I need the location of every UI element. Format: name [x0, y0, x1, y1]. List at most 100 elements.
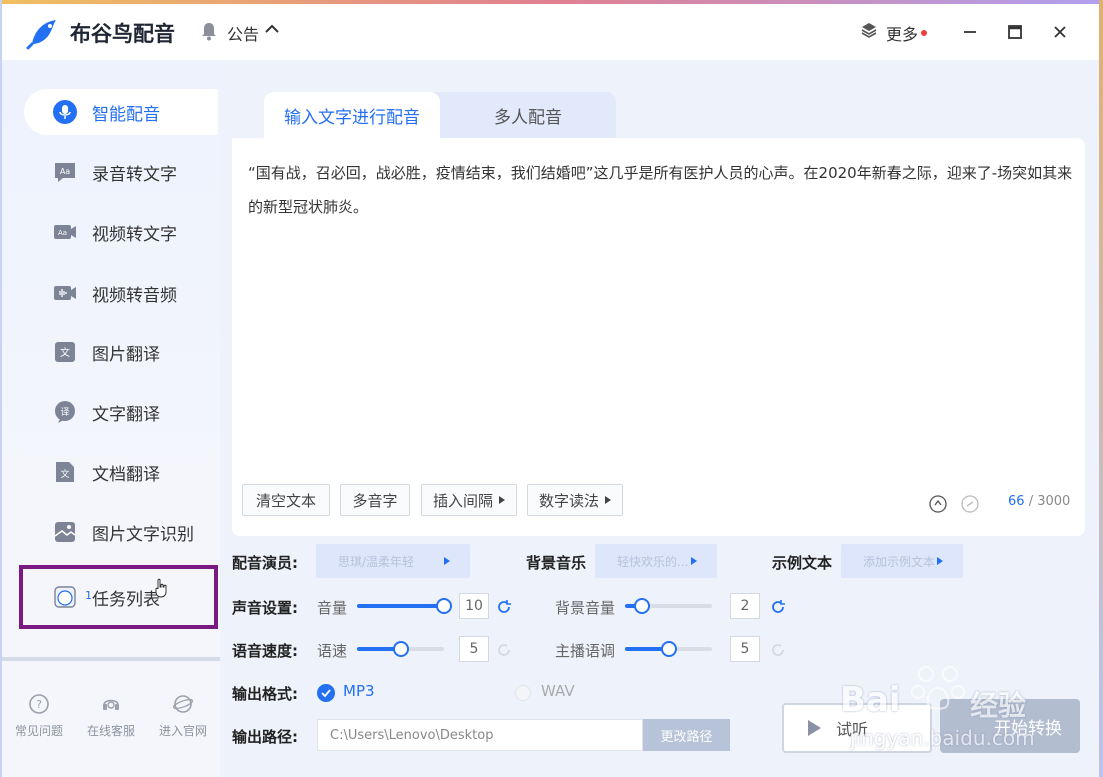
online-support-link[interactable]: 在线客服: [78, 693, 144, 739]
svg-text:文: 文: [60, 346, 70, 359]
sidebar-item-image-ocr[interactable]: 图片文字识别: [24, 509, 218, 555]
play-icon: [808, 720, 821, 736]
dropdown-arrow-icon: [444, 557, 450, 565]
refresh-icon[interactable]: [770, 642, 786, 658]
output-path-label: 输出路径:: [232, 728, 298, 746]
voice-actor-value: 思琪/温柔年轻: [338, 554, 415, 569]
sidebar-item-label: 录音转文字: [92, 164, 177, 185]
number-reading-button[interactable]: 数字读法: [527, 484, 623, 516]
voice-actor-select[interactable]: 思琪/温柔年轻: [316, 544, 470, 578]
sound-settings-label: 声音设置:: [232, 599, 298, 617]
bgm-value: 轻快欢乐的...: [617, 554, 689, 569]
pitch-value[interactable]: 5: [730, 636, 760, 662]
volume-label: 音量: [317, 599, 348, 617]
maximize-icon: [1008, 25, 1022, 39]
pitch-slider-thumb[interactable]: [660, 641, 677, 657]
redo-icon[interactable]: [961, 495, 979, 513]
close-icon: [1054, 26, 1066, 38]
editor-content[interactable]: “国有战，召必回，战必胜，疫情结束，我们结婚吧”这几乎是所有医护人员的心声。在2…: [248, 156, 1074, 224]
globe-icon: [172, 695, 194, 713]
bell-icon[interactable]: [200, 21, 218, 41]
tab-bar: 输入文字进行配音 多人配音: [264, 92, 616, 138]
undo-icon[interactable]: [929, 495, 947, 513]
layers-icon[interactable]: [860, 21, 878, 39]
sidebar-item-recording-to-text[interactable]: Aa 录音转文字: [24, 149, 218, 195]
hand-cursor-icon: [155, 578, 167, 598]
image-translate-icon: 文: [52, 339, 78, 365]
sidebar-item-label: 文档翻译: [92, 464, 160, 485]
bg-volume-value[interactable]: 2: [730, 593, 760, 619]
change-path-button[interactable]: 更改路径: [643, 719, 730, 751]
minimize-icon: [964, 31, 976, 33]
document-translate-icon: 文: [52, 459, 78, 485]
mp3-radio[interactable]: [317, 684, 335, 702]
sidebar-item-label: 视频转音频: [92, 285, 177, 306]
rate-slider[interactable]: [357, 641, 444, 657]
sidebar-item-image-translation[interactable]: 文 图片翻译: [24, 329, 218, 375]
start-convert-button[interactable]: 开始转换: [940, 699, 1080, 753]
sidebar-item-video-to-audio[interactable]: 视频转音频: [24, 270, 218, 316]
tab-multi-voice[interactable]: 多人配音: [440, 92, 616, 138]
pitch-label: 主播语调: [555, 642, 616, 660]
wav-label[interactable]: WAV: [541, 682, 575, 700]
website-label: 进入官网: [158, 724, 207, 738]
rate-value[interactable]: 5: [459, 636, 489, 662]
insert-pause-button[interactable]: 插入间隔: [421, 484, 517, 516]
volume-value[interactable]: 10: [459, 593, 489, 619]
rate-slider-thumb[interactable]: [392, 641, 409, 657]
insert-pause-label: 插入间隔: [432, 491, 493, 510]
online-support-label: 在线客服: [86, 724, 135, 738]
clear-text-button[interactable]: 清空文本: [242, 484, 330, 516]
svg-text:Aa: Aa: [60, 167, 70, 176]
audio-text-icon: Aa: [52, 159, 78, 185]
refresh-icon[interactable]: [496, 599, 512, 615]
text-translate-icon: 译: [52, 399, 78, 425]
chevron-up-icon[interactable]: [264, 21, 280, 37]
character-count: 66 / 3000: [1008, 494, 1070, 509]
rate-label: 语速: [317, 642, 348, 660]
number-reading-label: 数字读法: [538, 491, 599, 510]
video-audio-icon: [52, 280, 78, 306]
dropdown-arrow-icon: [937, 557, 943, 565]
notice-label[interactable]: 公告: [227, 21, 259, 45]
output-path-input[interactable]: C:\Users\Lenovo\Desktop: [317, 719, 643, 751]
play-triangle-icon: [499, 496, 505, 504]
preview-button[interactable]: 试听: [782, 703, 932, 753]
bg-volume-label: 背景音量: [555, 599, 616, 617]
sidebar-item-label: 图片文字识别: [92, 524, 194, 545]
notification-dot: [921, 30, 927, 36]
bg-volume-slider[interactable]: [625, 598, 712, 614]
sidebar-item-video-to-text[interactable]: Aa 视频转文字: [24, 209, 218, 255]
volume-slider[interactable]: [357, 598, 452, 614]
close-button[interactable]: [1046, 18, 1074, 46]
sidebar-item-smart-dubbing[interactable]: 智能配音: [24, 89, 218, 135]
minimize-button[interactable]: [956, 18, 984, 46]
refresh-icon[interactable]: [770, 599, 786, 615]
refresh-icon[interactable]: [496, 642, 512, 658]
character-count-current: 66: [1008, 494, 1025, 509]
microphone-icon: [52, 99, 78, 125]
wav-radio[interactable]: [515, 685, 531, 701]
polyphone-button[interactable]: 多音字: [340, 484, 410, 516]
maximize-button[interactable]: [1001, 18, 1029, 46]
sample-text-select[interactable]: 添加示例文本: [841, 544, 963, 578]
website-link[interactable]: 进入官网: [150, 693, 216, 739]
tab-text-dubbing[interactable]: 输入文字进行配音: [264, 92, 440, 138]
sidebar-item-text-translation[interactable]: 译 文字翻译: [24, 389, 218, 435]
sidebar-item-label: 视频转文字: [92, 224, 177, 245]
bgm-select[interactable]: 轻快欢乐的...: [595, 544, 717, 578]
voice-actor-label: 配音演员:: [232, 554, 298, 572]
faq-link[interactable]: ? 常见问题: [6, 693, 72, 739]
annotation-highlight-box: [19, 565, 218, 629]
sidebar-item-label: 图片翻译: [92, 344, 160, 365]
text-editor[interactable]: “国有战，召必回，战必胜，疫情结束，我们结婚吧”这几乎是所有医护人员的心声。在2…: [232, 138, 1085, 536]
more-menu-label[interactable]: 更多: [886, 21, 918, 45]
preview-label: 试听: [836, 720, 869, 739]
pitch-slider[interactable]: [625, 641, 712, 657]
sample-text-value: 添加示例文本: [863, 554, 936, 569]
speech-speed-label: 语音速度:: [232, 642, 298, 660]
mp3-label[interactable]: MP3: [343, 682, 375, 700]
sidebar-item-document-translation[interactable]: 文 文档翻译: [24, 449, 218, 495]
sidebar-item-label: 文字翻译: [92, 404, 160, 425]
volume-slider-thumb[interactable]: [436, 598, 452, 614]
